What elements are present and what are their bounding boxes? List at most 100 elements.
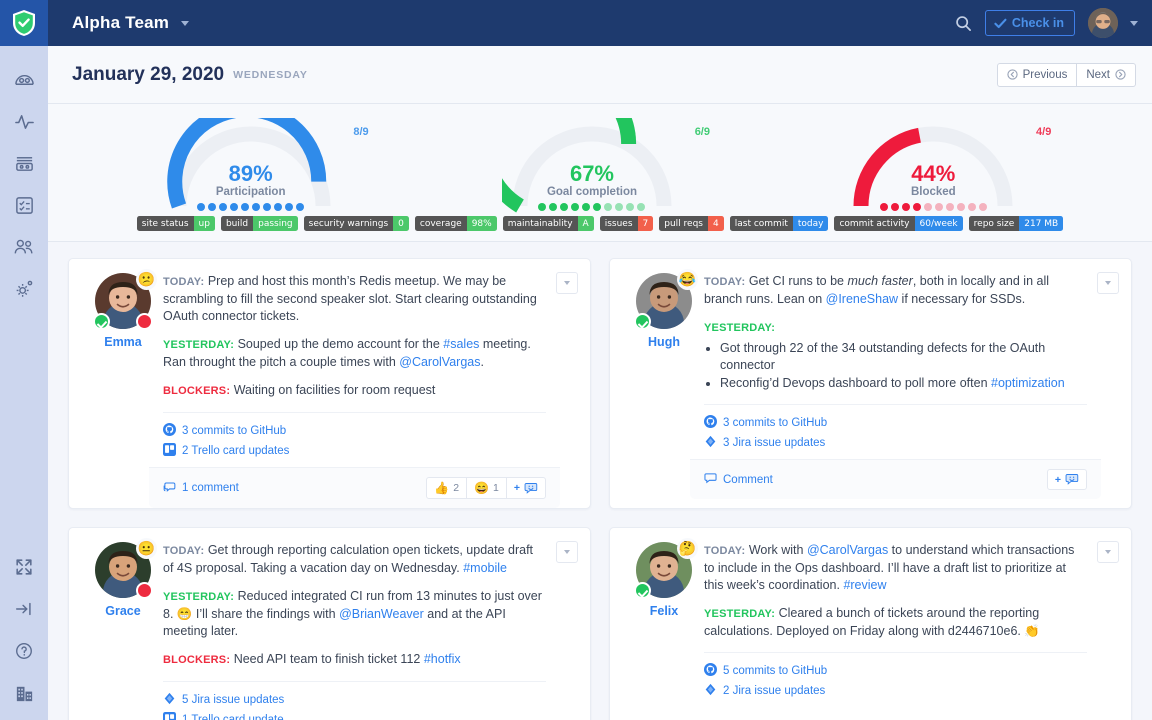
card-menu-button[interactable] bbox=[556, 541, 578, 563]
activity-link-label: 2 Trello card updates bbox=[182, 445, 290, 457]
reaction-bar: + bbox=[1046, 469, 1087, 490]
reaction-button[interactable]: 😄 1 bbox=[466, 477, 507, 499]
sidebar-item-company[interactable] bbox=[4, 674, 44, 712]
badge-maintainablity[interactable]: maintainablity A bbox=[502, 216, 594, 231]
gauge-dot bbox=[571, 203, 580, 211]
author-name[interactable]: Felix bbox=[650, 604, 679, 618]
collapse-arrow-icon bbox=[16, 602, 31, 616]
badge-value: 0 bbox=[393, 216, 409, 231]
next-button[interactable]: Next bbox=[1077, 62, 1136, 87]
badge-security-warnings[interactable]: security warnings 0 bbox=[303, 216, 409, 231]
add-reaction-icon bbox=[524, 482, 538, 494]
gauge-dot bbox=[208, 203, 217, 211]
entry-text: Waiting on facilities for room request bbox=[233, 383, 436, 397]
activity-link[interactable]: 2 Jira issue updates bbox=[704, 683, 1087, 699]
badge-coverage[interactable]: coverage 98% bbox=[414, 216, 497, 231]
standup-entry: BLOCKERS: Waiting on facilities for room… bbox=[163, 382, 546, 400]
reaction-button[interactable]: 👍 2 bbox=[426, 477, 468, 499]
previous-button[interactable]: Previous bbox=[996, 62, 1078, 87]
card-menu-button[interactable] bbox=[1097, 541, 1119, 563]
app-logo[interactable] bbox=[0, 0, 48, 46]
badge-issues[interactable]: issues 7 bbox=[599, 216, 654, 231]
help-question-icon bbox=[16, 643, 32, 659]
entry-text: Get CI runs to be much faster, both in l… bbox=[704, 274, 1050, 306]
checklist-icon bbox=[15, 196, 33, 214]
previous-label: Previous bbox=[1022, 68, 1068, 81]
mood-emoji: 😕 bbox=[136, 269, 157, 290]
card-body: TODAY: Get through reporting calculation… bbox=[163, 542, 576, 720]
badge-key: maintainablity bbox=[502, 216, 578, 231]
sidebar-bottom-nav bbox=[0, 548, 48, 712]
avatar-box[interactable]: 😕 bbox=[93, 269, 157, 330]
standup-entry: YESTERDAY: Reduced integrated CI run fro… bbox=[163, 588, 546, 640]
sidebar-item-checklist[interactable] bbox=[4, 186, 44, 224]
standup-card: 😕 Emma TODAY: Prep and host this month’s… bbox=[68, 258, 591, 509]
sidebar-item-expand[interactable] bbox=[4, 548, 44, 586]
comment-link[interactable]: Comment bbox=[704, 472, 773, 487]
gauge-dot bbox=[923, 203, 932, 211]
activity-link[interactable]: 2 Trello card updates bbox=[163, 443, 546, 459]
sidebar-item-people[interactable] bbox=[4, 228, 44, 266]
activity-link[interactable]: 5 commits to GitHub bbox=[704, 663, 1087, 679]
sidebar-item-settings[interactable] bbox=[4, 270, 44, 308]
activity-link[interactable]: 3 commits to GitHub bbox=[163, 423, 546, 439]
badge-repo-size[interactable]: repo size 217 MB bbox=[968, 216, 1064, 231]
activity-link[interactable]: 5 Jira issue updates bbox=[163, 692, 546, 708]
avatar-box[interactable]: 😐 bbox=[95, 538, 157, 599]
badge-key: security warnings bbox=[303, 216, 394, 231]
entry-text: Prep and host this month’s Redis meetup.… bbox=[163, 274, 537, 323]
sidebar-item-dashboard[interactable] bbox=[4, 60, 44, 98]
team-switcher[interactable]: Alpha Team bbox=[72, 13, 189, 33]
gauge-dot bbox=[230, 203, 239, 211]
badge-last-commit[interactable]: last commit today bbox=[729, 216, 829, 231]
activity-pulse-icon bbox=[14, 114, 34, 129]
plus-sign: + bbox=[513, 482, 520, 494]
status-checked-in-badge bbox=[634, 313, 651, 330]
badge-commit-activity[interactable]: commit activity 60/week bbox=[834, 216, 963, 231]
search-icon[interactable] bbox=[955, 15, 972, 32]
chevron-left-circle-icon bbox=[1006, 69, 1018, 80]
add-reaction-button[interactable]: + bbox=[505, 477, 546, 499]
card-menu-button[interactable] bbox=[1097, 272, 1119, 294]
activity-link[interactable]: 3 Jira issue updates bbox=[704, 435, 1087, 451]
github-icon bbox=[704, 415, 717, 431]
entry-label: YESTERDAY: bbox=[163, 339, 235, 351]
page-header: January 29, 2020 WEDNESDAY Previous Next bbox=[48, 46, 1152, 104]
entry-label: TODAY: bbox=[163, 276, 205, 288]
team-name: Alpha Team bbox=[72, 13, 170, 32]
gauge-dot bbox=[560, 203, 569, 211]
gauge-dot bbox=[285, 203, 294, 211]
sidebar-item-activity[interactable] bbox=[4, 102, 44, 140]
badge-key: build bbox=[220, 216, 254, 231]
gauge-dot bbox=[615, 203, 624, 211]
sidebar-item-collapse[interactable] bbox=[4, 590, 44, 628]
entry-label: TODAY: bbox=[704, 545, 746, 557]
card-menu-button[interactable] bbox=[556, 272, 578, 294]
badge-site-status[interactable]: site status up bbox=[136, 216, 215, 231]
gauge-dot bbox=[252, 203, 261, 211]
check-in-button[interactable]: Check in bbox=[984, 10, 1075, 36]
check-icon bbox=[994, 18, 1007, 28]
avatar-box[interactable]: 🤔 bbox=[634, 538, 698, 599]
stats-panel: 89% Participation 8/9 67% Goal completio… bbox=[48, 104, 1152, 242]
activity-link-label: 5 Jira issue updates bbox=[182, 694, 285, 706]
gauge-dot bbox=[967, 203, 976, 211]
add-reaction-button[interactable]: + bbox=[1046, 469, 1087, 490]
user-menu[interactable] bbox=[1088, 8, 1138, 38]
author-name[interactable]: Emma bbox=[104, 335, 142, 349]
comment-link[interactable]: 1 comment bbox=[163, 481, 239, 496]
author-name[interactable]: Hugh bbox=[648, 335, 680, 349]
status-blocked-badge bbox=[136, 313, 153, 330]
activity-link[interactable]: 1 Trello card update bbox=[163, 712, 546, 720]
github-icon bbox=[163, 423, 176, 436]
badge-build[interactable]: build passing bbox=[220, 216, 298, 231]
github-icon bbox=[704, 415, 717, 428]
sidebar-item-help[interactable] bbox=[4, 632, 44, 670]
sidebar-item-archive[interactable] bbox=[4, 144, 44, 182]
sidebar bbox=[0, 0, 48, 720]
author-name[interactable]: Grace bbox=[105, 604, 140, 618]
badge-pull-reqs[interactable]: pull reqs 4 bbox=[659, 216, 724, 231]
activity-link[interactable]: 3 commits to GitHub bbox=[704, 415, 1087, 431]
avatar-box[interactable]: 😂 bbox=[634, 269, 698, 330]
gauge-dot bbox=[978, 203, 987, 211]
